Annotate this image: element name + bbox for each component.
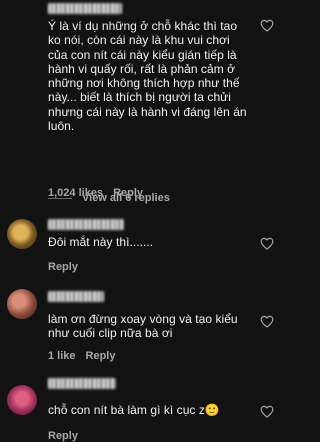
comment-meta: 1 like Reply <box>48 350 116 362</box>
heart-icon[interactable] <box>260 315 274 328</box>
reply-button[interactable]: Reply <box>48 261 78 273</box>
username-blurred[interactable] <box>48 291 104 302</box>
avatar[interactable] <box>7 385 37 415</box>
comment-meta: Reply <box>48 261 78 273</box>
comment-text: chỗ con nít bà làm gì kì cục z🙂 <box>48 403 220 417</box>
likes-count[interactable]: 1 like <box>48 350 76 362</box>
heart-icon[interactable] <box>260 19 274 32</box>
view-replies-button[interactable]: View all 6 replies <box>48 192 170 204</box>
comment-text: làm ơn đừng xoay vòng và tạo kiểu như cu… <box>48 312 238 341</box>
comment-meta: Reply <box>48 430 78 442</box>
comment-text: Ý là ví dụ những ở chỗ khác thì tao ko n… <box>48 19 247 134</box>
replies-divider <box>48 197 72 199</box>
avatar[interactable] <box>7 289 37 319</box>
username-blurred[interactable] <box>48 3 122 14</box>
username-blurred[interactable] <box>48 219 124 230</box>
comment-text: Đôi mắt này thì....... <box>48 235 154 249</box>
avatar[interactable] <box>7 219 37 249</box>
reply-button[interactable]: Reply <box>48 430 78 442</box>
heart-icon[interactable] <box>260 405 274 418</box>
reply-button[interactable]: Reply <box>86 350 116 362</box>
heart-icon[interactable] <box>260 237 274 250</box>
username-blurred[interactable] <box>48 378 116 389</box>
